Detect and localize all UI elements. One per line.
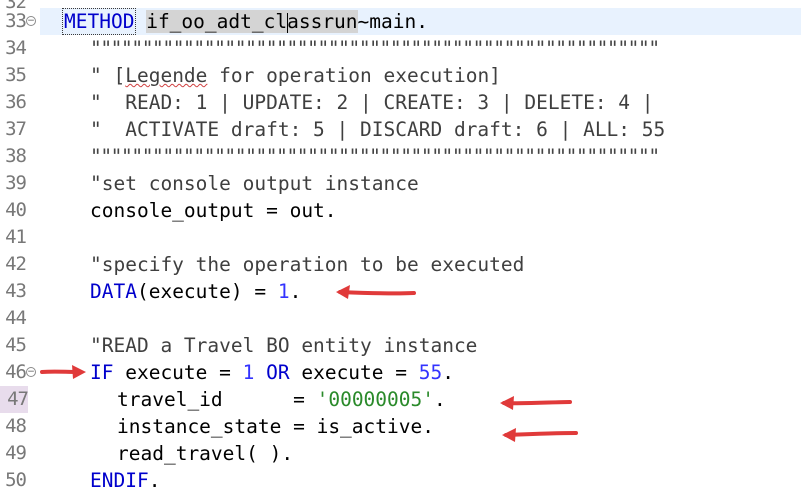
abap-code-editor[interactable]: 32 33 − METHOD if_oo_adt_classrun~main. … — [0, 0, 801, 504]
code-line-37[interactable]: 37 " ACTIVATE draft: 5 | DISCARD draft: … — [0, 116, 801, 143]
code-line-50[interactable]: 50 ENDIF. — [0, 467, 801, 494]
code-line-38[interactable]: 38 """""""""""""""""""""""""""""""""""""… — [0, 143, 801, 170]
comment-text: "set console output instance — [90, 172, 419, 195]
line-number: 44 — [5, 307, 27, 329]
line-number: 47 — [0, 386, 29, 413]
comment-separator: """"""""""""""""""""""""""""""""""""""""… — [90, 37, 660, 60]
code-line-44[interactable]: 44 — [0, 305, 801, 332]
code-line-39[interactable]: 39 "set console output instance — [0, 170, 801, 197]
code-line-49[interactable]: 49 read_travel( ). — [0, 440, 801, 467]
code-line-34[interactable]: 34 """""""""""""""""""""""""""""""""""""… — [0, 35, 801, 62]
comment-text: "READ a Travel BO entity instance — [90, 334, 478, 357]
code-line-47[interactable]: 47 travel_id = '00000005'. — [0, 386, 801, 413]
comment-text: " READ: 1 | UPDATE: 2 | CREATE: 3 | DELE… — [90, 91, 654, 114]
line-number: 39 — [5, 172, 27, 194]
comment-separator: """"""""""""""""""""""""""""""""""""""""… — [90, 145, 660, 168]
spelling-marker: Legende — [125, 64, 208, 87]
line-number: 48 — [5, 415, 27, 437]
annotation-arrow-left — [502, 428, 578, 442]
line-number: 49 — [5, 442, 27, 464]
code-text: read_travel( ). — [117, 442, 294, 465]
line-number: 50 — [5, 469, 27, 491]
fold-collapse-icon[interactable]: − — [26, 367, 36, 377]
code-text: console_output = out. — [90, 199, 337, 222]
code-line-33[interactable]: 33 − METHOD if_oo_adt_classrun~main. — [0, 8, 801, 35]
line-number: 34 — [5, 37, 27, 59]
code-text[interactable]: METHOD if_oo_adt_classrun~main. — [61, 8, 428, 35]
line-number: 41 — [5, 226, 27, 248]
code-line-42[interactable]: 42 "specify the operation to be executed — [0, 251, 801, 278]
line-number: 38 — [5, 145, 27, 167]
line-number: 37 — [5, 118, 27, 140]
code-text: IF execute = 1 OR execute = 55. — [90, 361, 454, 384]
comment-text: " ACTIVATE draft: 5 | DISCARD draft: 6 |… — [90, 118, 666, 141]
line-number: 45 — [5, 334, 27, 356]
code-line-48[interactable]: 48 instance_state = is_active. — [0, 413, 801, 440]
code-text: ENDIF. — [90, 469, 161, 492]
line-number: 42 — [5, 253, 27, 275]
code-line-36[interactable]: 36 " READ: 1 | UPDATE: 2 | CREATE: 3 | D… — [0, 89, 801, 116]
method-keyword: METHOD — [61, 8, 137, 35]
line-number: 33 — [5, 10, 27, 32]
line-number: 43 — [5, 280, 27, 302]
code-text: travel_id = '00000005'. — [117, 388, 446, 411]
line-number: 46 — [5, 361, 27, 383]
code-text: DATA(execute) = 1. — [90, 280, 302, 303]
method-name-occurrence: if_oo_adt_classrun — [146, 10, 358, 33]
fold-collapse-icon[interactable]: − — [26, 16, 36, 26]
code-line-46[interactable]: 46 − IF execute = 1 OR execute = 55. — [0, 359, 801, 386]
code-line-35[interactable]: 35 " [Legende for operation execution] — [0, 62, 801, 89]
code-line-40[interactable]: 40 console_output = out. — [0, 197, 801, 224]
annotation-arrow-left — [500, 396, 572, 410]
line-number: 40 — [5, 199, 27, 221]
comment-text: " [Legende for operation execution] — [90, 64, 501, 87]
annotation-arrow-left — [336, 285, 416, 299]
code-line-45[interactable]: 45 "READ a Travel BO entity instance — [0, 332, 801, 359]
code-line-41[interactable]: 41 — [0, 224, 801, 251]
line-number: 36 — [5, 91, 27, 113]
annotation-arrow-right — [40, 365, 86, 379]
comment-text: "specify the operation to be executed — [90, 253, 525, 276]
code-text: instance_state = is_active. — [117, 415, 434, 438]
line-number: 35 — [5, 64, 27, 86]
